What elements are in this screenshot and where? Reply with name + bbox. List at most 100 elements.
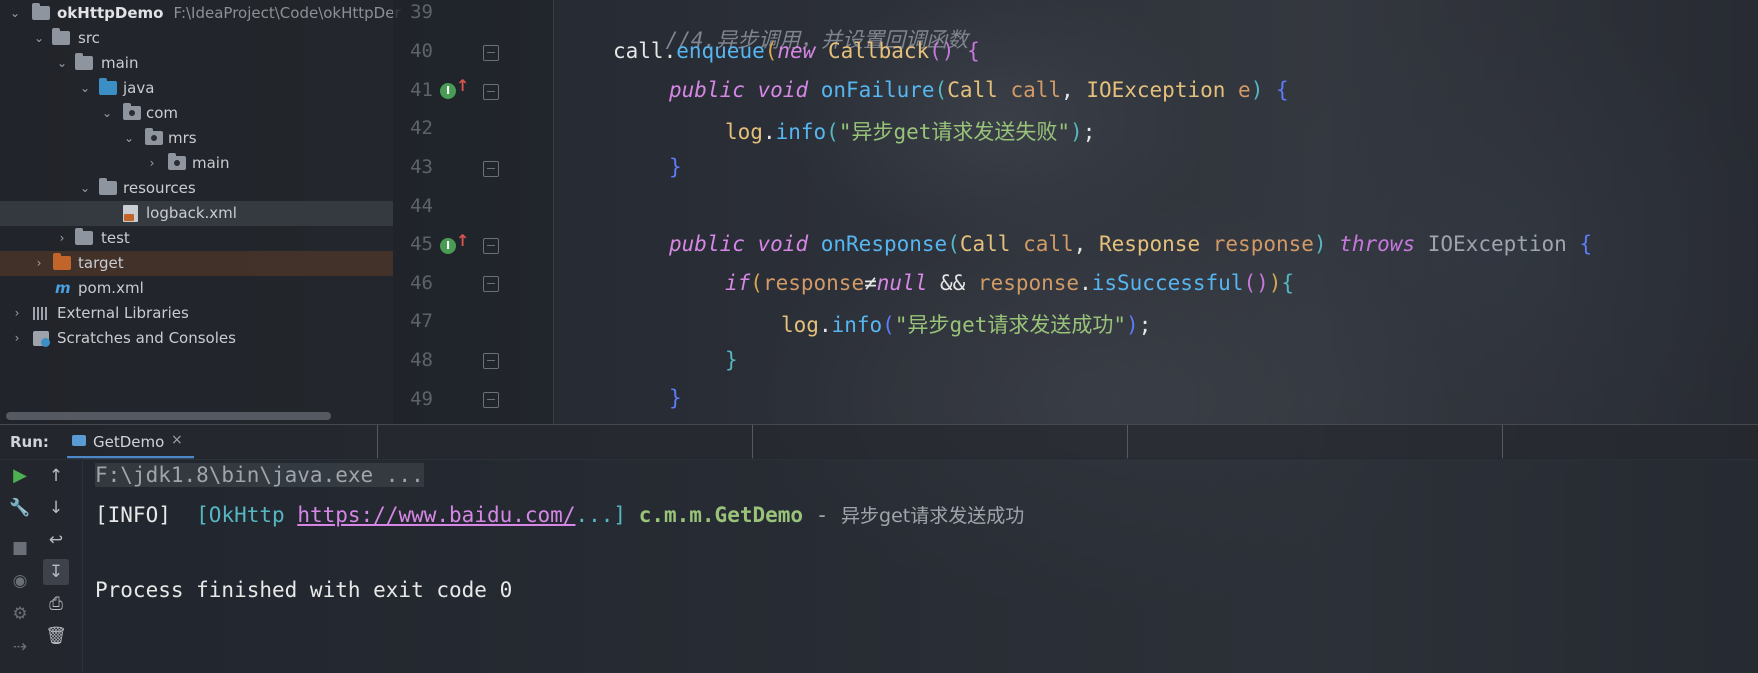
package-icon: [145, 128, 163, 145]
code-line-42: log.info("异步get请求发送失败");: [725, 120, 1096, 144]
divider: [377, 425, 378, 459]
folder-icon: [75, 53, 93, 70]
divider: [1502, 425, 1503, 459]
tree-item-scratches[interactable]: › Scratches and Consoles: [0, 326, 393, 351]
module-folder-icon: [32, 3, 50, 20]
chevron-right-icon[interactable]: ›: [10, 326, 24, 351]
tree-item-src[interactable]: ⌄ src: [0, 26, 393, 51]
tree-item-label: com: [146, 104, 179, 122]
chevron-down-icon[interactable]: ⌄: [122, 126, 136, 151]
fold-icon[interactable]: [483, 238, 499, 254]
horizontal-scrollbar[interactable]: [6, 412, 331, 420]
library-icon: [33, 307, 49, 320]
line-number: 43: [410, 156, 433, 178]
chevron-right-icon[interactable]: ›: [145, 151, 159, 176]
scratches-icon: [33, 331, 50, 347]
line-number: 49: [410, 388, 433, 410]
root-name: okHttpDemo: [57, 4, 164, 22]
rerun-icon[interactable]: ▶: [7, 463, 33, 489]
wrench-icon[interactable]: 🔧: [7, 495, 33, 521]
console-log-line: [INFO] [OkHttp https://www.baidu.com/...…: [95, 503, 1025, 527]
tree-item-com[interactable]: ⌄ com: [0, 101, 393, 126]
fold-icon[interactable]: [483, 392, 499, 408]
chevron-down-icon[interactable]: ⌄: [78, 76, 92, 101]
package-icon: [168, 153, 186, 170]
tree-item-mrs[interactable]: ⌄ mrs: [0, 126, 393, 151]
tree-item-label: resources: [123, 179, 196, 197]
print-icon[interactable]: ⎙: [43, 591, 69, 617]
divider: [1127, 425, 1128, 459]
tree-item-logback-xml[interactable]: logback.xml: [0, 201, 393, 226]
run-toolbar: ▶ ↑ 🔧 ↓ ↩ ■ ↧ ◉ ⎙ ⚙ 🗑 ⇢: [0, 458, 83, 673]
tree-item-label: mrs: [168, 129, 197, 147]
fold-icon[interactable]: [483, 161, 499, 177]
line-number: 45: [410, 233, 433, 255]
run-tool-window-header: Run: GetDemo ×: [0, 424, 1758, 460]
fold-icon[interactable]: [483, 84, 499, 100]
line-number: 40: [410, 40, 433, 62]
tree-item-label: java: [123, 79, 155, 97]
resources-folder-icon: [99, 178, 117, 195]
chevron-down-icon[interactable]: ⌄: [100, 101, 114, 126]
tree-item-pom-xml[interactable]: m pom.xml: [0, 276, 393, 301]
tree-item-label: main: [101, 54, 139, 72]
trash-icon[interactable]: 🗑: [43, 623, 69, 649]
settings-icon[interactable]: ⚙: [7, 601, 33, 627]
package-icon: [123, 103, 141, 120]
url-link[interactable]: https://www.baidu.com/: [297, 503, 575, 527]
chevron-down-icon[interactable]: ⌄: [78, 176, 92, 201]
tree-item-label: pom.xml: [78, 279, 144, 297]
arrow-up-icon[interactable]: ↑: [456, 76, 469, 95]
tree-item-test[interactable]: › test: [0, 226, 393, 251]
tree-item-java[interactable]: ⌄ java: [0, 76, 393, 101]
code-line-45: public void onResponse(Call call, Respon…: [669, 232, 1593, 256]
run-label: Run:: [10, 433, 49, 451]
code-editor[interactable]: 39 40 41 42 43 44 45 46 47 48 49 I ↑ I ↑…: [393, 0, 1758, 424]
xml-file-icon: [123, 205, 138, 222]
implements-method-icon[interactable]: I: [440, 238, 456, 254]
tree-item-label: main: [192, 154, 230, 172]
code-line-43: }: [669, 155, 682, 179]
camera-icon[interactable]: ◉: [7, 568, 33, 594]
fold-icon[interactable]: [483, 353, 499, 369]
tab-getdemo[interactable]: GetDemo ×: [67, 425, 194, 459]
chevron-down-icon[interactable]: ⌄: [8, 1, 22, 26]
line-number: 39: [410, 1, 433, 23]
chevron-down-icon[interactable]: ⌄: [32, 26, 46, 51]
folder-icon: [75, 228, 93, 245]
tree-item-main-package[interactable]: › main: [0, 151, 393, 176]
console-command-line[interactable]: F:\jdk1.8\bin\java.exe ...: [95, 463, 424, 487]
source-folder-icon: [99, 78, 117, 95]
tree-item-external-libraries[interactable]: › External Libraries: [0, 301, 393, 326]
tree-item-main[interactable]: ⌄ main: [0, 51, 393, 76]
exit-icon[interactable]: ⇢: [7, 634, 33, 660]
close-icon[interactable]: ×: [171, 432, 183, 448]
fold-icon[interactable]: [483, 45, 499, 61]
implements-method-icon[interactable]: I: [440, 83, 456, 99]
tree-item-label: target: [78, 254, 124, 272]
tree-item-label: logback.xml: [146, 204, 237, 222]
soft-wrap-icon[interactable]: ↩: [43, 527, 69, 553]
tree-item-target[interactable]: › target: [0, 251, 393, 276]
arrow-up-icon[interactable]: ↑: [43, 463, 69, 489]
console-output[interactable]: F:\jdk1.8\bin\java.exe ... [INFO] [OkHtt…: [82, 458, 1758, 673]
line-number: 48: [410, 349, 433, 371]
tree-item-label: test: [101, 229, 130, 247]
code-line-48: }: [725, 348, 738, 372]
code-line-40: call.enqueue(new Callback() {: [613, 39, 980, 63]
stop-icon[interactable]: ■: [7, 535, 33, 561]
line-number: 44: [410, 195, 433, 217]
code-line-49: }: [669, 386, 682, 410]
line-number: 41: [410, 79, 433, 101]
chevron-right-icon[interactable]: ›: [32, 251, 46, 276]
chevron-right-icon[interactable]: ›: [55, 226, 69, 251]
tree-item-resources[interactable]: ⌄ resources: [0, 176, 393, 201]
fold-icon[interactable]: [483, 276, 499, 292]
console-exit-line: Process finished with exit code 0: [95, 578, 513, 602]
scroll-to-end-icon[interactable]: ↧: [43, 559, 69, 585]
chevron-down-icon[interactable]: ⌄: [55, 51, 69, 76]
arrow-up-icon[interactable]: ↑: [456, 231, 469, 250]
arrow-down-icon[interactable]: ↓: [43, 495, 69, 521]
chevron-right-icon[interactable]: ›: [10, 301, 24, 326]
tree-item-root[interactable]: ⌄ okHttpDemo F:\IdeaProject\Code\okHttpDe…: [0, 1, 401, 26]
